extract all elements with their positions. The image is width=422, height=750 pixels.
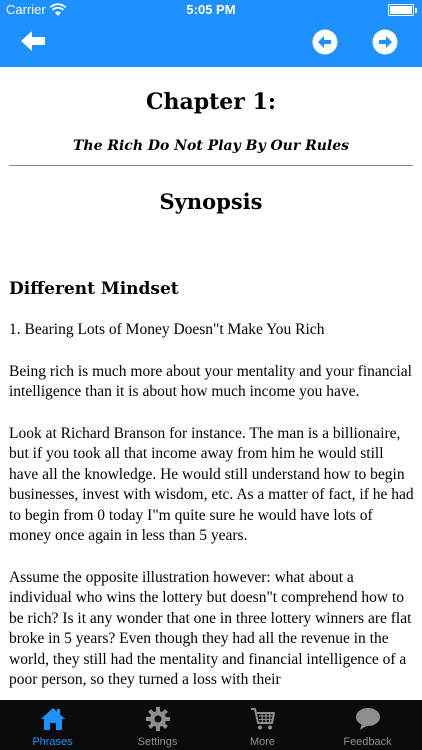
chapter-subtitle: The Rich Do Not Play By Our Rules bbox=[72, 138, 350, 154]
circle-arrow-left-icon[interactable] bbox=[312, 29, 338, 55]
tab-label: Phrases bbox=[32, 736, 73, 748]
gear-icon bbox=[146, 707, 170, 731]
tab-more[interactable]: More bbox=[210, 700, 315, 750]
paragraph: Being rich is much more about your menta… bbox=[9, 362, 412, 401]
status-time: 5:05 PM bbox=[186, 2, 236, 17]
home-icon bbox=[41, 708, 65, 730]
status-bar: Carrier 5:05 PM bbox=[0, 0, 422, 20]
chapter-title: Chapter 1: bbox=[146, 89, 276, 115]
back-arrow-icon[interactable] bbox=[20, 29, 46, 53]
tab-label: More bbox=[249, 736, 276, 748]
navigation-bar: Carrier 5:05 PM bbox=[0, 0, 422, 67]
cart-icon bbox=[251, 708, 275, 730]
divider bbox=[9, 165, 413, 166]
section-heading: Different Mindset bbox=[9, 279, 179, 299]
tab-label: Settings bbox=[137, 736, 178, 748]
paragraph: Assume the opposite illustration however… bbox=[9, 568, 412, 689]
tab-bar: Phrases Settings More Feedback bbox=[0, 700, 422, 750]
tab-phrases[interactable]: Phrases bbox=[0, 700, 105, 750]
reader-content[interactable]: Chapter 1: The Rich Do Not Play By Our R… bbox=[0, 67, 422, 700]
section-title: Synopsis bbox=[159, 189, 263, 214]
paragraph: 1. Bearing Lots of Money Doesn"t Make Yo… bbox=[9, 321, 325, 338]
paragraph: Look at Richard Branson for instance. Th… bbox=[9, 424, 414, 545]
circle-arrow-right-icon[interactable] bbox=[372, 29, 398, 55]
tab-settings[interactable]: Settings bbox=[105, 700, 210, 750]
battery-icon bbox=[388, 4, 417, 16]
tab-feedback[interactable]: Feedback bbox=[315, 700, 420, 750]
body-text: Different Mindset 1. Bearing Lots of Mon… bbox=[9, 278, 415, 700]
speech-bubble-icon bbox=[356, 708, 380, 730]
tab-label: Feedback bbox=[343, 736, 392, 748]
